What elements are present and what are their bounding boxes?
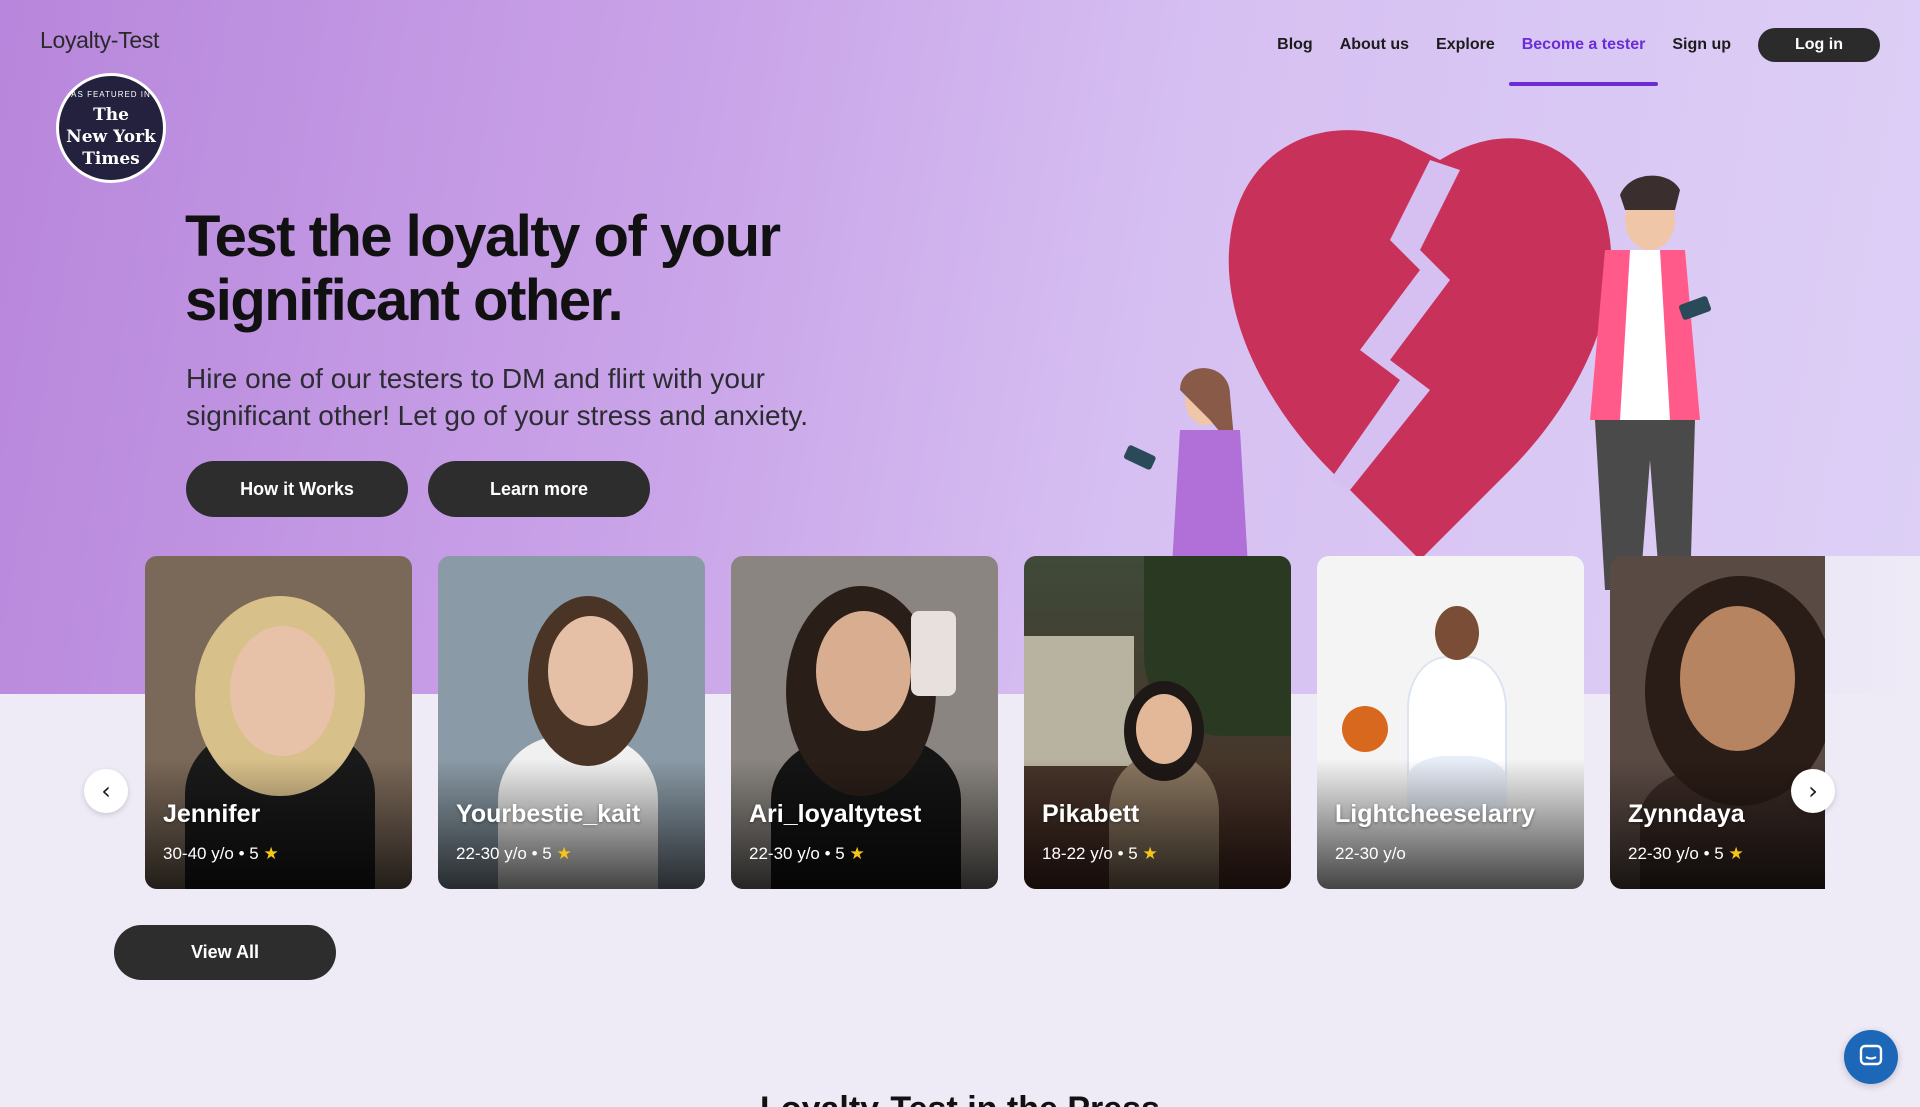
nyt-line-1: The — [93, 105, 129, 125]
basketball — [1342, 706, 1388, 752]
tester-name: Lightcheeselarry — [1335, 800, 1536, 828]
nav-become-tester[interactable]: Become a tester — [1508, 36, 1659, 86]
chat-launcher-button[interactable] — [1844, 1030, 1898, 1084]
tester-card[interactable]: Lightcheeselarry 22-30 y/o — [1317, 556, 1584, 889]
nyt-line-3: Times — [82, 149, 140, 169]
tester-age: 22-30 y/o — [749, 844, 820, 863]
tester-rating: 5 — [542, 844, 552, 863]
hero-headline: Test the loyalty of your significant oth… — [185, 204, 781, 333]
tester-carousel: Jennifer 30-40 y/o • 5 ★ Yourbestie_kait… — [145, 556, 1825, 889]
tester-age: 22-30 y/o — [456, 844, 527, 863]
tester-rating: 5 — [1714, 844, 1724, 863]
tester-meta: 22-30 y/o • 5 ★ — [456, 844, 572, 863]
tester-card[interactable]: Zynndaya 22-30 y/o • 5 ★ — [1610, 556, 1825, 889]
carousel-fade — [1825, 556, 1920, 889]
star-icon: ★ — [1728, 844, 1744, 863]
hero-subtext: Hire one of our testers to DM and flirt … — [186, 363, 809, 431]
tester-meta: 22-30 y/o • 5 ★ — [1628, 844, 1744, 863]
phone-in-photo — [911, 611, 956, 696]
photo-figure-face — [1435, 606, 1479, 660]
brand-logo[interactable]: Loyalty-Test — [40, 27, 159, 54]
tester-meta: 18-22 y/o • 5 ★ — [1042, 844, 1158, 863]
tester-rating: 5 — [249, 844, 259, 863]
tester-rating: 5 — [1128, 844, 1138, 863]
tester-age: 30-40 y/o — [163, 844, 234, 863]
featured-label: AS FEATURED IN — [71, 90, 151, 99]
star-icon: ★ — [263, 844, 279, 863]
tester-age: 18-22 y/o — [1042, 844, 1113, 863]
nyt-featured-badge: AS FEATURED IN The New York Times — [56, 73, 166, 183]
nav-become-tester-label: Become a tester — [1521, 36, 1646, 53]
tester-name: Zynndaya — [1628, 800, 1745, 828]
nyt-line-2: New York — [66, 127, 156, 147]
tester-name: Ari_loyaltytest — [749, 800, 922, 828]
nav-explore[interactable]: Explore — [1436, 36, 1495, 54]
carousel-next-button[interactable]: › — [1791, 769, 1835, 813]
nyt-logo: The New York Times — [59, 104, 163, 170]
photo-figure-face — [548, 616, 633, 726]
tester-card[interactable]: Pikabett 18-22 y/o • 5 ★ — [1024, 556, 1291, 889]
carousel-prev-button[interactable]: ‹ — [84, 769, 128, 813]
chat-icon — [1859, 1044, 1883, 1065]
tester-age: 22-30 y/o — [1628, 844, 1699, 863]
star-icon: ★ — [1142, 844, 1158, 863]
photo-figure-face — [1680, 606, 1795, 751]
press-section-title: Loyalty-Test in the Press — [0, 1090, 1920, 1107]
photo-figure-face — [230, 626, 335, 756]
tester-name: Jennifer — [163, 800, 261, 828]
chevron-left-icon: ‹ — [101, 777, 111, 805]
main-nav: Blog About us Explore Become a tester Si… — [1250, 28, 1880, 86]
tester-card[interactable]: Jennifer 30-40 y/o • 5 ★ — [145, 556, 412, 889]
tester-rating: 5 — [835, 844, 845, 863]
tester-name: Pikabett — [1042, 800, 1140, 828]
star-icon: ★ — [556, 844, 572, 863]
photo-figure-face — [816, 611, 911, 731]
tester-card[interactable]: Ari_loyaltytest 22-30 y/o • 5 ★ — [731, 556, 998, 889]
tester-name: Yourbestie_kait — [456, 800, 641, 828]
view-all-button[interactable]: View All — [114, 925, 336, 980]
how-it-works-button[interactable]: How it Works — [186, 461, 408, 517]
chevron-right-icon: › — [1808, 777, 1818, 805]
tester-meta: 22-30 y/o — [1335, 844, 1406, 864]
photo-house — [1024, 636, 1134, 766]
learn-more-button[interactable]: Learn more — [428, 461, 650, 517]
tester-age: 22-30 y/o — [1335, 844, 1406, 863]
active-nav-indicator — [1508, 82, 1659, 86]
login-button[interactable]: Log in — [1758, 28, 1880, 62]
tester-meta: 22-30 y/o • 5 ★ — [749, 844, 865, 863]
star-icon: ★ — [849, 844, 865, 863]
nav-signup[interactable]: Sign up — [1672, 36, 1731, 54]
tester-card[interactable]: Yourbestie_kait 22-30 y/o • 5 ★ — [438, 556, 705, 889]
broken-heart-illustration — [1124, 130, 1711, 600]
tester-meta: 30-40 y/o • 5 ★ — [163, 844, 279, 863]
nav-blog[interactable]: Blog — [1277, 36, 1313, 54]
nav-about[interactable]: About us — [1340, 36, 1409, 54]
photo-figure-face — [1136, 694, 1192, 764]
